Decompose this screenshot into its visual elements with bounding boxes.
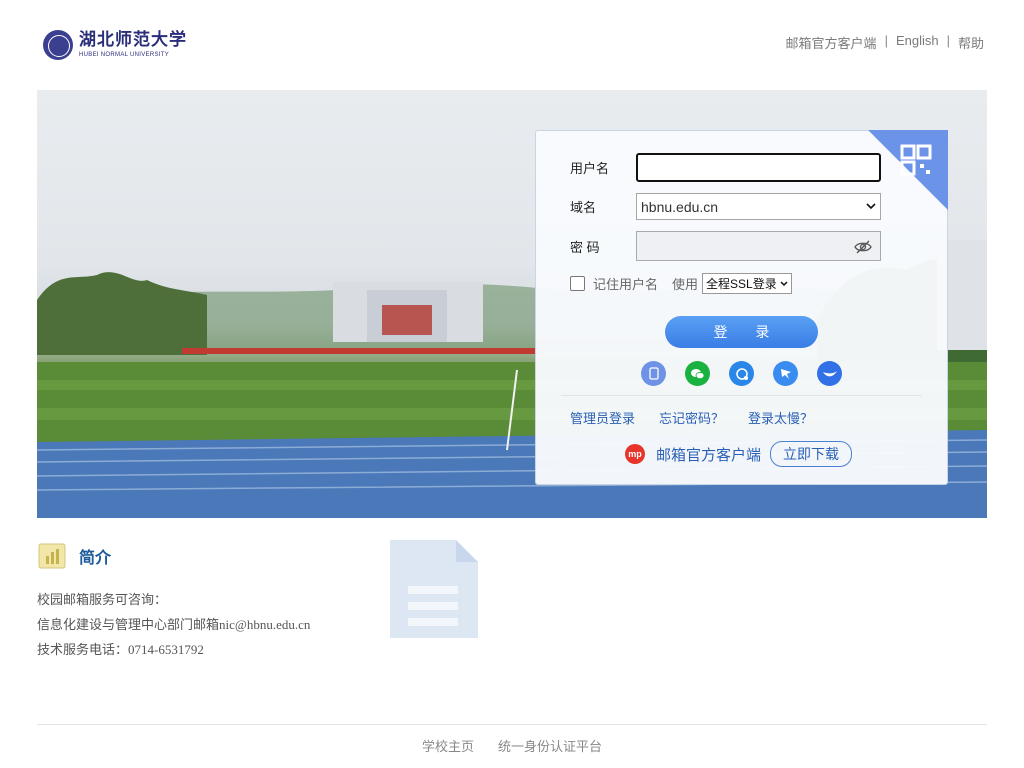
- slow-login-link[interactable]: 登录太慢？: [748, 408, 813, 427]
- university-seal-icon: [43, 30, 73, 60]
- qq-icon[interactable]: [729, 361, 754, 386]
- password-label: 密 码: [570, 239, 600, 255]
- password-row: 密 码: [570, 231, 881, 261]
- remember-checkbox[interactable]: [570, 276, 585, 291]
- intro-text: 校园邮箱服务可咨询： 信息化建设与管理中心部门邮箱nic@hbnu.edu.cn…: [37, 587, 310, 662]
- top-links: 邮箱官方客户端 | English | 帮助: [786, 33, 984, 52]
- footer-divider: [37, 724, 987, 725]
- client-link[interactable]: 邮箱官方客户端: [786, 33, 877, 52]
- document-icon: [390, 540, 478, 638]
- client-text[interactable]: 邮箱官方客户端: [656, 444, 761, 465]
- chevron-down-icon: [866, 203, 876, 210]
- ssl-value: 全程SSL登录: [706, 277, 777, 291]
- remember-label: 记住用户名: [593, 277, 659, 292]
- auxiliary-links: 管理员登录 忘记密码？ 登录太慢？: [570, 408, 813, 427]
- logo-text: 湖北师范大学 HUBEI NORMAL UNIVERSITY: [79, 30, 187, 59]
- dingtalk-icon[interactable]: [773, 361, 798, 386]
- admin-login-link[interactable]: 管理员登录: [570, 408, 635, 427]
- mobile-icon[interactable]: [641, 361, 666, 386]
- university-logo[interactable]: 湖北师范大学 HUBEI NORMAL UNIVERSITY: [43, 30, 187, 60]
- logo-en: HUBEI NORMAL UNIVERSITY: [79, 52, 170, 58]
- domain-value: hbnu.edu.cn: [641, 198, 719, 215]
- ssl-select[interactable]: 全程SSL登录: [702, 273, 792, 294]
- school-home-link[interactable]: 学校主页: [422, 736, 474, 755]
- username-input[interactable]: [636, 153, 881, 182]
- domain-select[interactable]: hbnu.edu.cn: [636, 193, 881, 220]
- social-login-row: [641, 361, 842, 386]
- ssl-prefix: 使用: [672, 277, 699, 292]
- logo-cn: 湖北师范大学: [79, 30, 187, 50]
- feishu-icon[interactable]: [817, 361, 842, 386]
- login-button[interactable]: 登 录: [665, 316, 818, 348]
- domain-label: 域名: [570, 200, 597, 215]
- username-row: 用户名: [570, 153, 881, 182]
- domain-row: 域名 hbnu.edu.cn: [570, 193, 881, 220]
- intro-header: 简介: [37, 540, 111, 570]
- intro-line: 信息化建设与管理中心部门邮箱nic@hbnu.edu.cn: [37, 617, 311, 632]
- unified-auth-link[interactable]: 统一身份认证平台: [498, 736, 602, 755]
- options-row: 记住用户名 使用 全程SSL登录: [570, 273, 792, 294]
- eye-hidden-icon[interactable]: [854, 238, 872, 256]
- english-link[interactable]: English: [896, 33, 939, 52]
- password-input[interactable]: [636, 231, 881, 261]
- login-card: 用户名 域名 hbnu.edu.cn 密 码 记住用户名 使用 全程SSL登录 …: [535, 130, 948, 485]
- username-label: 用户名: [570, 161, 610, 176]
- chart-board-icon: [38, 543, 66, 569]
- chevron-down-icon: [780, 280, 788, 286]
- intro-line: 校园邮箱服务可咨询：: [37, 592, 168, 607]
- download-button[interactable]: 立即下载: [770, 441, 853, 467]
- intro-title: 简介: [79, 550, 112, 567]
- separator: |: [884, 33, 888, 48]
- footer-links: 学校主页 统一身份认证平台: [0, 736, 1024, 755]
- separator: |: [946, 33, 950, 48]
- help-link[interactable]: 帮助: [958, 33, 984, 52]
- wechat-icon[interactable]: [685, 361, 710, 386]
- mail-client-logo-icon: mp: [625, 444, 645, 464]
- intro-line: 技术服务电话：0714-6531792: [37, 642, 204, 657]
- forgot-password-link[interactable]: 忘记密码？: [659, 408, 724, 427]
- client-download-row: mp 邮箱官方客户端 立即下载: [625, 441, 853, 467]
- divider: [561, 395, 922, 396]
